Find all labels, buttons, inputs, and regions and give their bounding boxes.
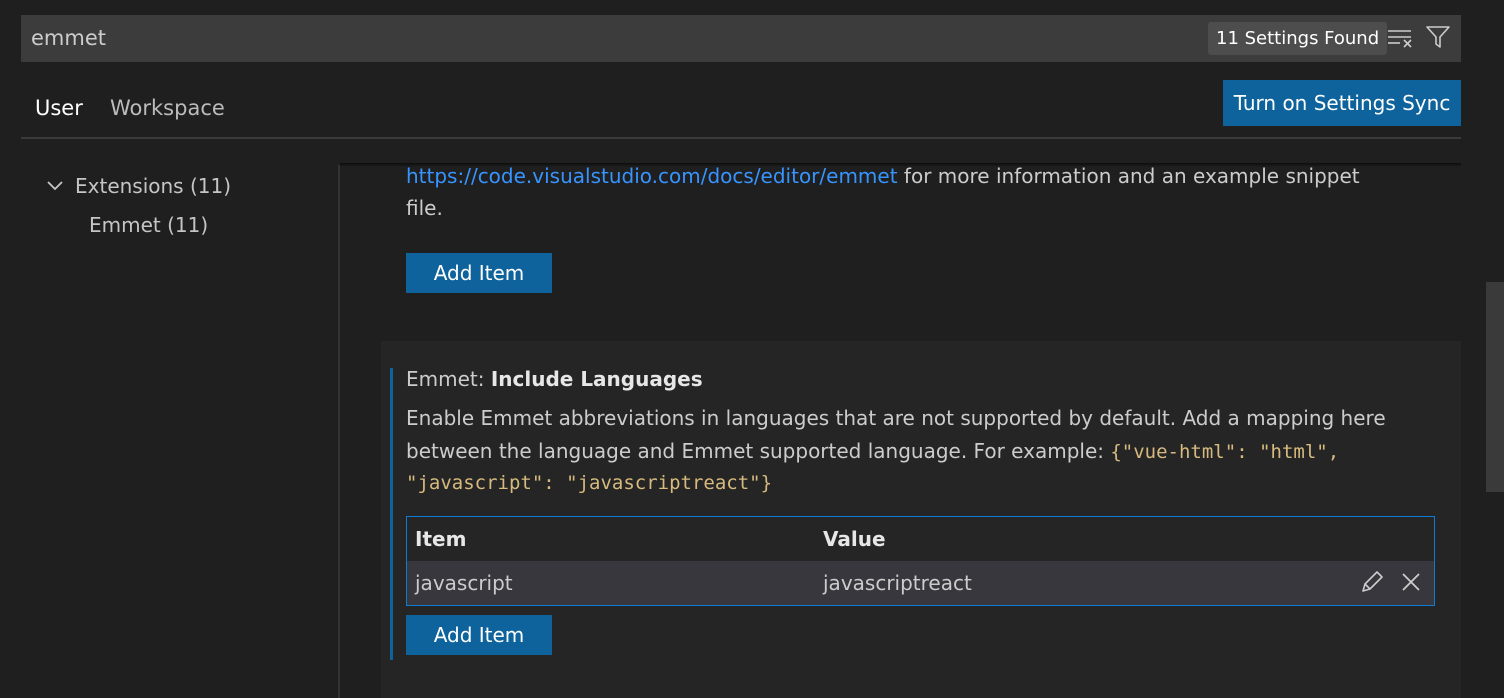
key-value-table: Item Value javascript javascriptreact (406, 516, 1435, 606)
tab-user[interactable]: User (35, 96, 83, 120)
filter-icon[interactable] (1423, 22, 1453, 52)
prev-setting-description-line2: file. (406, 196, 443, 220)
toc-extensions[interactable]: Extensions (11) (75, 174, 231, 198)
turn-on-settings-sync-button[interactable]: Turn on Settings Sync (1223, 80, 1461, 126)
example-code-line3: "javascript": "javascriptreact"} (406, 472, 773, 494)
emmet-docs-link[interactable]: https://code.visualstudio.com/docs/edito… (406, 164, 898, 188)
tab-workspace[interactable]: Workspace (110, 96, 225, 120)
vertical-scrollbar[interactable] (1486, 282, 1504, 492)
tabs-divider (21, 137, 1461, 139)
edit-pencil-icon[interactable] (1358, 568, 1386, 596)
setting-include-languages: Emmet: Include Languages Enable Emmet ab… (381, 341, 1461, 698)
column-header-value: Value (823, 527, 886, 551)
setting-description-line2: between the language and Emmet supported… (406, 439, 1340, 463)
setting-title: Emmet: Include Languages (406, 367, 703, 391)
focus-indicator (390, 368, 393, 660)
row-item: javascript (415, 571, 513, 595)
toc-emmet[interactable]: Emmet (11) (89, 213, 208, 237)
prev-setting-description: https://code.visualstudio.com/docs/edito… (406, 164, 1360, 188)
example-code: {"vue-html": "html", (1110, 441, 1340, 463)
setting-description-line1: Enable Emmet abbreviations in languages … (406, 406, 1386, 430)
toc-divider (338, 165, 340, 698)
add-item-button-include-languages[interactable]: Add Item (406, 615, 552, 655)
column-header-item: Item (415, 527, 467, 551)
settings-search-bar[interactable]: emmet 11 Settings Found (21, 15, 1461, 62)
row-value: javascriptreact (823, 571, 972, 595)
chevron-down-icon[interactable] (45, 176, 65, 200)
remove-close-icon[interactable] (1399, 570, 1423, 594)
search-input[interactable]: emmet (31, 26, 106, 50)
clear-filter-icon[interactable] (1385, 23, 1415, 53)
add-item-button[interactable]: Add Item (406, 253, 552, 293)
table-row[interactable]: javascript javascriptreact (407, 561, 1434, 605)
results-count-badge: 11 Settings Found (1208, 22, 1388, 55)
